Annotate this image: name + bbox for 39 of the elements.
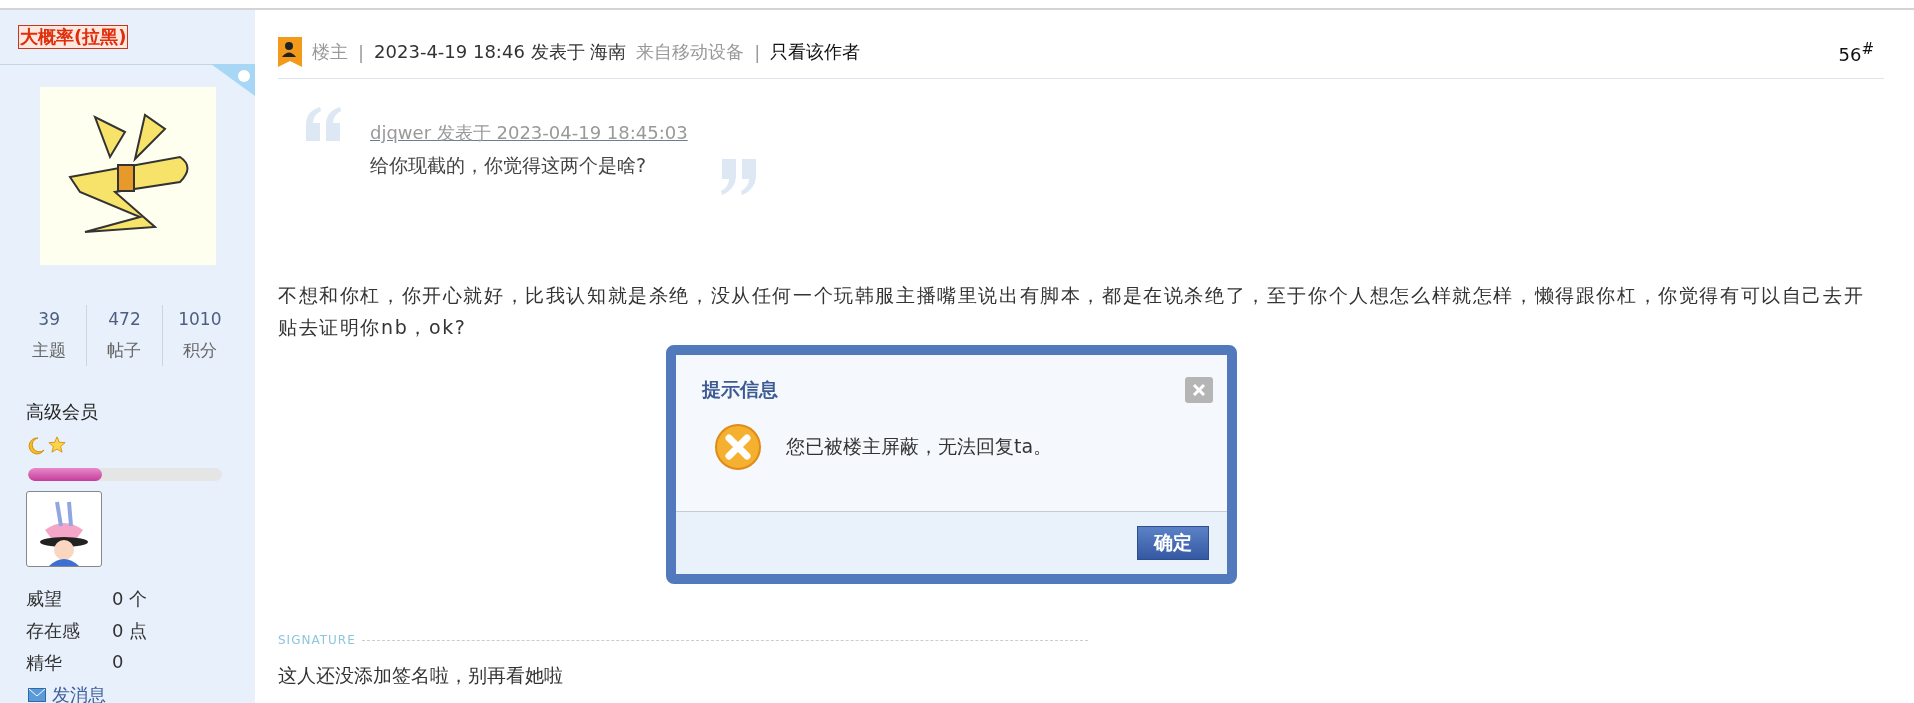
profile-value: 0 点 [112, 619, 149, 643]
floor-number[interactable]: 56$^{#}$ [1838, 39, 1874, 65]
user-group: 高级会员 [26, 400, 255, 424]
device-label: 来自移动设备 [636, 40, 745, 64]
profile-label: 存在感 [26, 619, 81, 643]
post-body: 不想和你杠，你开心就好，比我认知就是杀绝，没从任何一个玩韩服主播嘴里说出有脚本，都是在说杀绝了，至于你个人想怎么样就怎样，懒得跟你杠，你觉得有可以自己去开贴去证明你nb，ok? [278, 283, 1866, 340]
close-icon [1192, 383, 1206, 397]
user-badge-icon [278, 37, 302, 67]
star-icon [48, 436, 66, 454]
dialog-title: 提示信息 [702, 377, 778, 402]
separator: | [358, 41, 365, 63]
stat-label: 帖子 [107, 339, 142, 362]
dialog-message: 您已被楼主屏蔽，无法回复ta。 [786, 434, 1053, 459]
envelope-icon [28, 688, 46, 702]
profile-value: 0 个 [112, 587, 149, 611]
send-message-link[interactable]: 发消息 [52, 683, 106, 703]
stat-label: 主题 [32, 339, 67, 362]
profile-label: 威望 [26, 587, 63, 611]
stat-value[interactable]: 472 [108, 309, 141, 329]
username[interactable]: 大概率(拉黑) [18, 25, 129, 49]
stat-value[interactable]: 1010 [178, 309, 222, 329]
poster-role: 楼主 [312, 40, 348, 64]
signature-label: SIGNATURE [278, 633, 356, 647]
close-button[interactable] [1185, 377, 1213, 403]
post-datetime: 2023-4-19 18:46 发表于 海南 [374, 40, 627, 64]
separator: | [754, 41, 761, 63]
quote-author-link[interactable]: djqwer 发表于 2023-04-19 18:45:03 [370, 121, 688, 145]
medal-icon [26, 491, 102, 567]
profile-label: 精华 [26, 651, 63, 675]
stat-value[interactable]: 39 [38, 309, 60, 329]
quote-text: 给你现截的，你觉得这两个是啥? [370, 153, 648, 178]
open-quote-icon [304, 107, 344, 141]
author-only-link[interactable]: 只看该作者 [770, 40, 861, 64]
confirm-button[interactable]: 确定 [1137, 526, 1209, 560]
signature-text: 这人还没添加签名啦，别再看她啦 [278, 663, 564, 687]
stat-label: 积分 [182, 339, 217, 362]
profile-value: 0 [112, 651, 125, 674]
moon-icon [26, 436, 46, 456]
error-icon [714, 423, 762, 471]
